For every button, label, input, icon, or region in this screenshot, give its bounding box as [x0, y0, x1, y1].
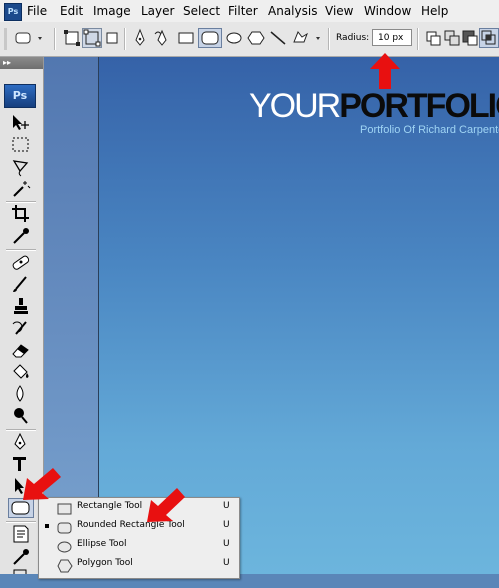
flyout-item-label: Polygon Tool	[77, 558, 133, 568]
flyout-item-label: Ellipse Tool	[77, 539, 127, 549]
lasso-tool-icon[interactable]	[10, 157, 32, 177]
move-tool-icon[interactable]	[10, 113, 32, 133]
menu-image[interactable]: Image	[93, 4, 131, 18]
radius-label: Radius:	[336, 33, 370, 43]
menu-bar: Ps File Edit Image Layer Select Filter A…	[0, 0, 499, 23]
create-new-shape-layer-icon[interactable]	[423, 28, 443, 48]
pen-tool-icon[interactable]	[130, 28, 150, 48]
separator	[417, 28, 419, 50]
menu-analysis[interactable]: Analysis	[268, 4, 317, 18]
menu-help[interactable]: Help	[421, 4, 448, 18]
intersect-shape-areas-icon[interactable]	[479, 28, 499, 48]
options-bar: Radius: 10 px	[0, 22, 499, 57]
separator	[328, 28, 330, 50]
paint-bucket-tool-icon[interactable]	[10, 362, 32, 382]
freeform-pen-icon[interactable]	[152, 28, 172, 48]
brush-tool-icon[interactable]	[10, 274, 32, 294]
flyout-item-shortcut: U	[223, 520, 230, 530]
flyout-item-shortcut: U	[223, 501, 230, 511]
rectangular-marquee-tool-icon[interactable]	[10, 135, 32, 155]
menu-window[interactable]: Window	[364, 4, 411, 18]
logo-portfolio: PORTFOLIO	[339, 87, 499, 125]
rectangle-shape-icon[interactable]	[176, 28, 196, 48]
options-bar-grip[interactable]	[4, 28, 7, 50]
photoshop-app-icon[interactable]: Ps	[4, 3, 22, 21]
flyout-item-rounded-rectangle-tool[interactable]: Rounded Rectangle Tool U	[39, 517, 239, 536]
paths-icon[interactable]	[82, 28, 102, 48]
menu-view[interactable]: View	[325, 4, 353, 18]
blur-tool-icon[interactable]	[10, 384, 32, 404]
shape-tool-flyout-menu: Rectangle Tool U Rounded Rectangle Tool …	[38, 497, 240, 579]
flyout-item-label: Rectangle Tool	[77, 501, 143, 511]
hand-tool-icon[interactable]	[10, 568, 32, 588]
annotation-arrow-flyout	[147, 488, 185, 522]
crop-tool-icon[interactable]	[10, 204, 32, 224]
clone-stamp-tool-icon[interactable]	[10, 296, 32, 316]
flyout-item-shortcut: U	[223, 558, 230, 568]
radius-input[interactable]: 10 px	[372, 29, 412, 46]
polygon-shape-icon[interactable]	[246, 28, 266, 48]
menu-file[interactable]: File	[27, 4, 47, 18]
separator	[6, 201, 36, 203]
line-shape-icon[interactable]	[268, 28, 288, 48]
eraser-tool-icon[interactable]	[10, 340, 32, 360]
dodge-tool-icon[interactable]	[10, 406, 32, 426]
eyedropper-tool-icon[interactable]	[10, 226, 32, 246]
ellipse-shape-icon[interactable]	[224, 28, 244, 48]
tools-panel-collapse-grip[interactable]: ▸▸	[0, 57, 43, 69]
logo-your: YOUR	[249, 87, 341, 125]
photoshop-logo-badge[interactable]: Ps	[4, 84, 36, 108]
separator	[54, 28, 56, 50]
flyout-item-rectangle-tool[interactable]: Rectangle Tool U	[39, 498, 239, 517]
annotation-arrow-tool	[23, 468, 61, 500]
portfolio-logo: YOURPORTFOLIO	[249, 87, 499, 126]
selected-bullet-icon	[45, 524, 49, 528]
tool-preset-picker[interactable]	[13, 28, 47, 48]
rounded-rectangle-shape-icon[interactable]	[198, 28, 222, 48]
logo-tagline: Portfolio Of Richard Carpenter	[360, 124, 499, 136]
eyedropper-sample-tool-icon[interactable]	[10, 546, 32, 566]
notes-tool-icon[interactable]	[10, 524, 32, 544]
separator	[6, 249, 36, 251]
annotation-arrow-radius	[370, 53, 400, 89]
menu-edit[interactable]: Edit	[60, 4, 83, 18]
menu-filter[interactable]: Filter	[228, 4, 258, 18]
flyout-item-ellipse-tool[interactable]: Ellipse Tool U	[39, 536, 239, 555]
pen-tool-icon[interactable]	[10, 432, 32, 452]
subtract-from-shape-area-icon[interactable]	[460, 28, 480, 48]
history-brush-tool-icon[interactable]	[10, 318, 32, 338]
fill-pixels-icon[interactable]	[102, 28, 122, 48]
separator	[6, 429, 36, 431]
custom-shape-icon[interactable]	[290, 28, 324, 48]
add-to-shape-area-icon[interactable]	[442, 28, 462, 48]
spot-healing-brush-icon[interactable]	[10, 252, 32, 272]
polygon-icon	[57, 558, 73, 577]
separator	[124, 28, 126, 50]
shape-layers-icon[interactable]	[62, 28, 82, 48]
magic-wand-tool-icon[interactable]	[10, 179, 32, 199]
menu-select[interactable]: Select	[183, 4, 220, 18]
flyout-item-polygon-tool[interactable]: Polygon Tool U	[39, 555, 239, 574]
menu-layer[interactable]: Layer	[141, 4, 174, 18]
flyout-item-shortcut: U	[223, 539, 230, 549]
separator	[6, 521, 36, 523]
